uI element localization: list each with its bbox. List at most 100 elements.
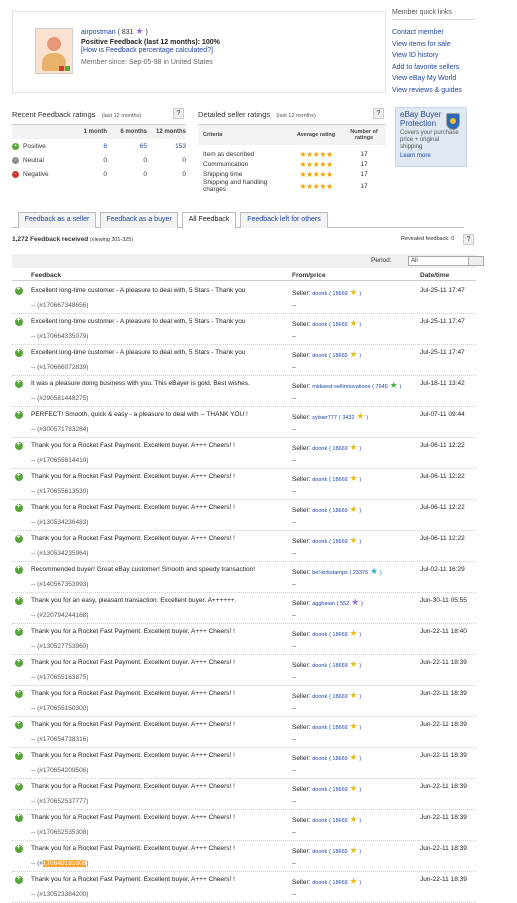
rating-count: 17 — [360, 160, 368, 168]
positive-feedback-icon — [15, 441, 23, 450]
star-icon: ★ — [349, 752, 358, 762]
table-row: Thank you for a Rocket Fast Payment. Exc… — [12, 655, 476, 686]
learn-more-link[interactable]: Learn more — [400, 153, 462, 159]
feedback-comment: Thank you for a Rocket Fast Payment. Exc… — [31, 628, 235, 635]
tab-feedback-as-buyer[interactable]: Feedback as a buyer — [100, 212, 178, 228]
seller-cell: Seller: doonk ( 18669 ★ ) — [292, 628, 361, 639]
table-row: Thank you for a Rocket Fast Payment. Exc… — [12, 748, 476, 779]
seller-cell: Seller: doonk ( 18669 ★ ) — [292, 287, 361, 298]
star-icon: ★ — [356, 411, 365, 421]
seller-link[interactable]: sylsier777 — [312, 415, 337, 421]
item-number-link[interactable]: 170649191009 — [42, 860, 87, 867]
seller-link[interactable]: doonk — [312, 849, 327, 855]
seller-cell: Seller: doonk ( 18669 ★ ) — [292, 318, 361, 329]
detailed-ratings-heading: Detailed seller ratings — [198, 110, 271, 119]
seller-score: ( 18669 — [329, 322, 348, 328]
table-row: Thank you for a Rocket Fast Payment. Exc… — [12, 469, 476, 500]
seller-prefix: Seller: — [292, 383, 311, 390]
seller-link[interactable]: doonk — [312, 446, 327, 452]
feedback-comment: Thank you for a Rocket Fast Payment. Exc… — [31, 783, 235, 790]
item-number-cell: -- (#170652537777) — [31, 798, 88, 805]
seller-link[interactable]: doonk — [312, 880, 327, 886]
positive-feedback-icon — [15, 689, 23, 698]
seller-link[interactable]: aggheian — [312, 601, 335, 607]
seller-cell: Seller: doonk ( 18669 ★ ) — [292, 752, 361, 763]
detailed-ratings-table: Criteria Average rating Number of rating… — [198, 124, 386, 193]
id-history-link[interactable]: View ID history — [392, 50, 476, 62]
seller-score-close: ) — [359, 353, 362, 359]
reviews-guides-link[interactable]: View reviews & guides — [392, 85, 476, 97]
seller-link[interactable]: doonk — [312, 663, 327, 669]
item-number-cell: -- (#170655150300) — [31, 705, 88, 712]
tab-feedback-as-seller[interactable]: Feedback as a seller — [18, 212, 96, 228]
seller-score-close: ) — [359, 508, 362, 514]
seller-score: ( 18669 — [329, 508, 348, 514]
seller-prefix: Seller: — [292, 352, 311, 359]
seller-link[interactable]: doonk — [312, 353, 327, 359]
seller-link[interactable]: doonk — [312, 477, 327, 483]
price-placeholder: -- — [292, 488, 297, 495]
seller-score-close: ) — [366, 415, 368, 421]
neutral-icon: ○ — [12, 156, 19, 164]
seller-link[interactable]: doonk — [312, 694, 327, 700]
feedback-date: Jul-07-11 09:44 — [420, 411, 465, 418]
seller-link[interactable]: bel-kirkstamps — [312, 570, 347, 576]
tab-all-feedback[interactable]: All Feedback — [182, 212, 236, 229]
user-line: airpostman ( 831 ★ ) — [81, 26, 148, 37]
seller-link[interactable]: doonk — [312, 291, 327, 297]
feedback-date: Jun-22-11 18:39 — [420, 721, 467, 728]
recent-help-button[interactable]: ? — [173, 108, 184, 119]
detailed-help-button[interactable]: ? — [373, 108, 384, 119]
seller-link[interactable]: doonk — [312, 787, 327, 793]
seller-link[interactable]: doonk — [312, 632, 327, 638]
star-icon: ★ — [349, 876, 358, 886]
item-number: -- (#170664335079) — [31, 333, 89, 340]
positive-feedback-icon — [15, 503, 23, 512]
revealed-help-button[interactable]: ? — [463, 234, 474, 245]
seller-link[interactable]: doonk — [312, 756, 327, 762]
item-number-cell: -- (#170667348656) — [31, 302, 88, 309]
tab-feedback-left-for-others[interactable]: Feedback left for others — [240, 212, 328, 228]
detailed-row: Communication ★★★★★ 17 — [198, 159, 386, 169]
seller-cell: Seller: doonk ( 18669 ★ ) — [292, 442, 361, 453]
positive-12-months[interactable]: 153 — [147, 143, 186, 150]
detailed-ratings-period: (last 12 months) — [276, 113, 316, 119]
positive-feedback-icon — [15, 658, 23, 667]
how-calculated-link[interactable]: [How is Feedback percentage calculated?] — [81, 47, 213, 54]
star-icon: ★ — [349, 504, 358, 514]
star-icon: ★ — [349, 845, 358, 855]
item-number-cell: -- (#130534235964) — [31, 550, 88, 557]
seller-score: ( 18669 — [329, 539, 348, 545]
star-icon: ★ — [349, 628, 358, 638]
seller-link[interactable]: doonk — [312, 725, 327, 731]
feedback-comment: Thank you for a Rocket Fast Payment. Exc… — [31, 473, 235, 480]
seller-link[interactable]: doonk — [312, 508, 327, 514]
positive-feedback-icon — [15, 720, 23, 729]
feedback-received: 1,272 Feedback received — [12, 236, 89, 243]
contact-member-link[interactable]: Contact member — [392, 27, 476, 39]
items-for-sale-link[interactable]: View items for sale — [392, 39, 476, 51]
seller-score: ( 18669 — [329, 787, 348, 793]
seller-cell: Seller: doonk ( 18669 ★ ) — [292, 783, 361, 794]
seller-score: ( 18669 — [329, 849, 348, 855]
positive-6-months[interactable]: 65 — [107, 143, 147, 150]
buyer-protection-banner[interactable]: eBay Buyer Protection Covers your purcha… — [395, 107, 467, 167]
seller-link[interactable]: doonk — [312, 322, 327, 328]
seller-link[interactable]: midwest-sellinnovations — [312, 384, 370, 390]
star-icon: ★ — [349, 690, 358, 700]
seller-score: ( 18669 — [329, 353, 348, 359]
seller-link[interactable]: doonk — [312, 818, 327, 824]
item-number-cell: -- (#130527753960) — [31, 643, 88, 650]
seller-cell: Seller: midwest-sellinnovations ( 7645 ★… — [292, 380, 401, 391]
seller-prefix: Seller: — [292, 848, 311, 855]
feedback-comment: It was a pleasure doing business with yo… — [31, 380, 250, 387]
add-favorite-seller-link[interactable]: Add to favorite sellers — [392, 62, 476, 74]
my-world-link[interactable]: View eBay My World — [392, 73, 476, 85]
avatar[interactable] — [35, 28, 73, 74]
feedback-date: Jun-22-11 18:40 — [420, 628, 467, 635]
positive-1-month[interactable]: 8 — [67, 143, 107, 150]
feedback-list: Excellent long-time customer - A pleasur… — [12, 283, 476, 903]
username-link[interactable]: airpostman — [81, 29, 116, 36]
seller-link[interactable]: doonk — [312, 539, 327, 545]
period-select[interactable]: All — [408, 256, 484, 266]
